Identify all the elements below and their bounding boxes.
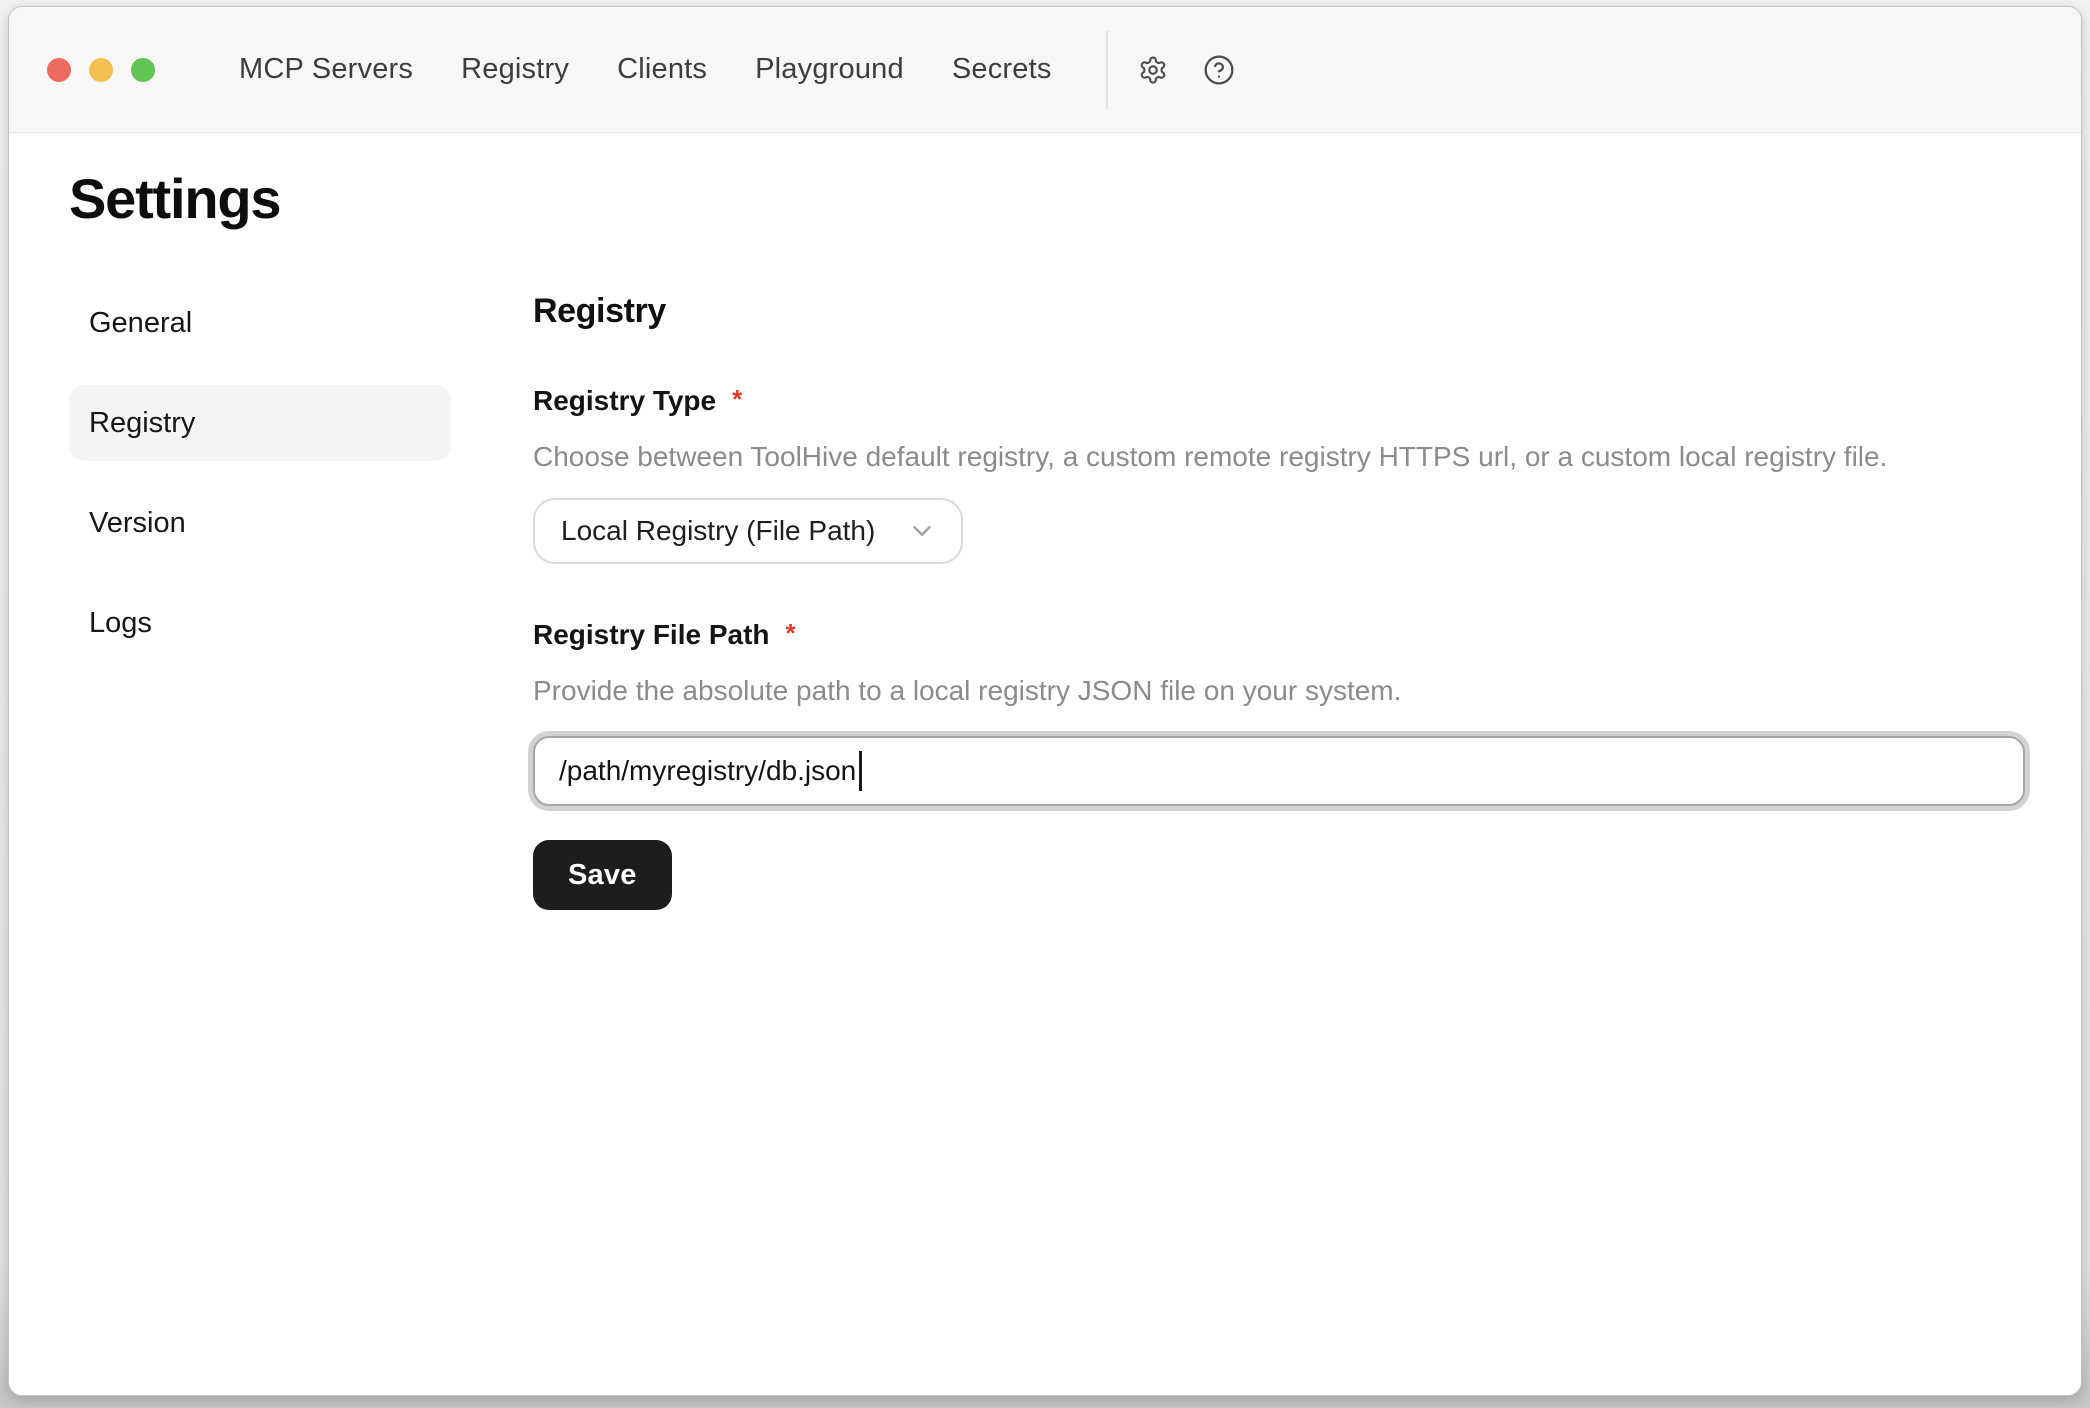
gear-icon — [1138, 55, 1168, 85]
sidebar-item-logs[interactable]: Logs — [69, 585, 451, 661]
nav-item-clients[interactable]: Clients — [617, 53, 707, 86]
registry-type-selected-value: Local Registry (File Path) — [561, 515, 875, 547]
registry-file-path-field: Registry File Path * Provide the absolut… — [533, 616, 2025, 806]
sidebar-item-registry[interactable]: Registry — [69, 385, 451, 461]
window-titlebar: MCP Servers Registry Clients Playground … — [9, 7, 2081, 133]
registry-type-field: Registry Type * Choose between ToolHive … — [533, 382, 2025, 564]
section-title: Registry — [533, 293, 2025, 330]
registry-type-description: Choose between ToolHive default registry… — [533, 437, 2025, 476]
window-controls — [47, 58, 155, 82]
registry-file-path-label-row: Registry File Path * — [533, 616, 2025, 654]
registry-file-path-description: Provide the absolute path to a local reg… — [533, 671, 2025, 710]
app-window: MCP Servers Registry Clients Playground … — [8, 6, 2082, 1396]
registry-type-label: Registry Type — [533, 382, 716, 420]
settings-layout: General Registry Version Logs Registry R… — [69, 285, 2023, 910]
nav-item-registry[interactable]: Registry — [461, 53, 569, 86]
text-cursor — [859, 751, 862, 791]
nav-item-mcp-servers[interactable]: MCP Servers — [239, 53, 413, 86]
page-title: Settings — [69, 171, 2023, 227]
registry-type-select[interactable]: Local Registry (File Path) — [533, 498, 963, 564]
settings-page: Settings General Registry Version Logs R… — [9, 171, 2081, 910]
save-button[interactable]: Save — [533, 840, 672, 910]
registry-file-path-value: /path/myregistry/db.json — [559, 755, 856, 787]
zoom-window-button[interactable] — [131, 58, 155, 82]
close-window-button[interactable] — [47, 58, 71, 82]
settings-sidebar: General Registry Version Logs — [69, 285, 451, 910]
settings-gear-button[interactable] — [1130, 47, 1176, 93]
sidebar-item-version[interactable]: Version — [69, 485, 451, 561]
registry-file-path-label: Registry File Path — [533, 616, 770, 654]
sidebar-item-general[interactable]: General — [69, 285, 451, 361]
main-nav: MCP Servers Registry Clients Playground … — [239, 53, 1052, 86]
registry-type-label-row: Registry Type * — [533, 382, 2025, 420]
help-circle-icon — [1203, 54, 1235, 86]
help-button[interactable] — [1196, 47, 1242, 93]
registry-settings-panel: Registry Registry Type * Choose between … — [533, 285, 2025, 910]
required-asterisk: * — [732, 384, 742, 415]
nav-item-playground[interactable]: Playground — [755, 53, 904, 86]
registry-file-path-input[interactable]: /path/myregistry/db.json — [533, 736, 2025, 806]
required-asterisk: * — [786, 618, 796, 649]
minimize-window-button[interactable] — [89, 58, 113, 82]
chevron-down-icon — [907, 516, 937, 546]
nav-item-secrets[interactable]: Secrets — [952, 53, 1052, 86]
topbar-divider — [1106, 31, 1108, 109]
